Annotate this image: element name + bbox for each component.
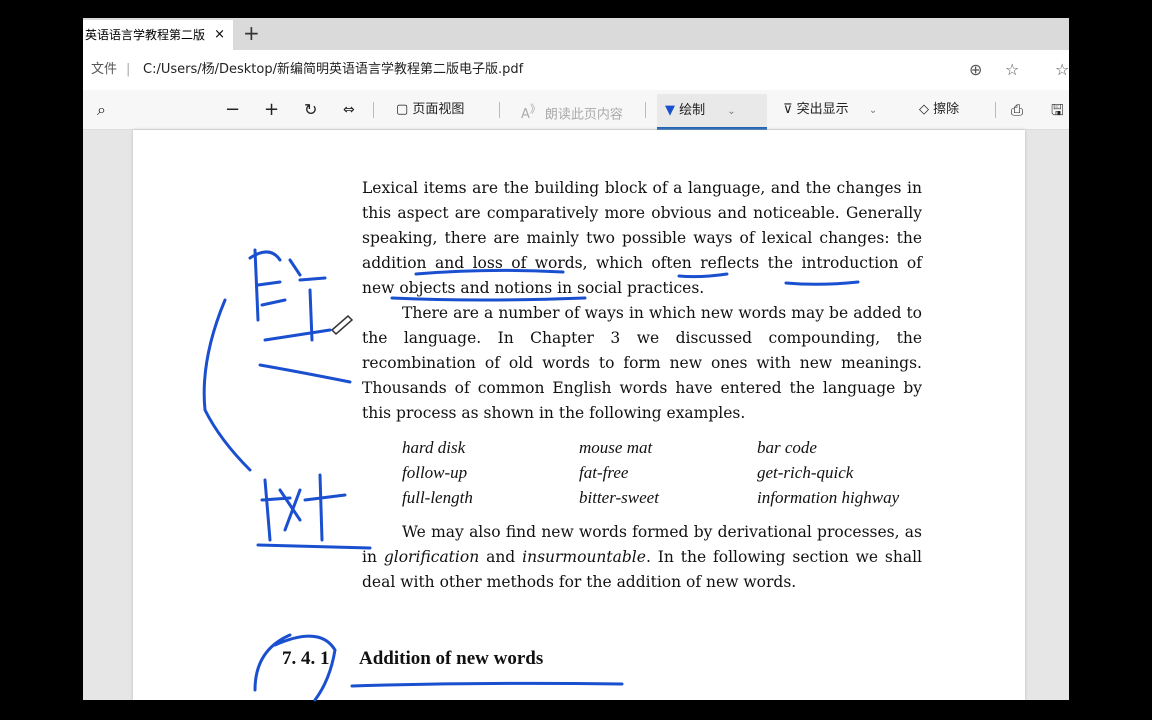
paragraph: We may also find new words formed by der… xyxy=(362,520,922,595)
text: glorification xyxy=(383,548,480,566)
zoom-in-icon[interactable]: + xyxy=(264,90,279,130)
zoom-out-icon[interactable]: − xyxy=(225,90,240,130)
rotate-icon[interactable]: ↻ xyxy=(304,90,317,130)
highlight-button[interactable]: ⊽ 突出显示 ⌄ xyxy=(783,90,877,130)
text: insurmountable xyxy=(522,548,646,566)
divider xyxy=(645,102,646,118)
draw-button[interactable]: ▼ 绘制 ⌄ xyxy=(657,94,767,130)
favorites-icon[interactable]: ☆ xyxy=(1055,50,1069,90)
url-field[interactable]: C:/Users/杨/Desktop/新编简明英语语言学教程第二版电子版.pdf xyxy=(143,50,523,90)
example: hard disk xyxy=(402,438,466,457)
divider xyxy=(499,102,500,118)
section-number: 7. 4. 1 xyxy=(282,648,330,669)
save-icon[interactable]: 🖫 xyxy=(1051,90,1064,130)
read-aloud-label: 朗读此页内容 xyxy=(544,107,623,123)
divider xyxy=(995,102,996,118)
page-view-label: 页面视图 xyxy=(412,102,465,117)
tab-bar: 英语语言学教程第二版 × + xyxy=(83,18,1069,50)
page-view-icon: ▢ xyxy=(396,102,413,117)
example: information highway xyxy=(757,488,900,507)
example: full-length xyxy=(402,488,473,507)
example: mouse mat xyxy=(579,438,653,457)
example: fat-free xyxy=(579,463,629,482)
example: bitter-sweet xyxy=(579,488,659,507)
new-tab-button[interactable]: + xyxy=(243,21,260,45)
pdf-toolbar: ⌕ − + ↻ ⇔ ▢ 页面视图 A》 朗读此页内容 ▼ 绘制 ⌄ ⊽ 突出显示… xyxy=(83,90,1069,130)
erase-button[interactable]: ◇ 擦除 xyxy=(919,90,959,130)
text: and xyxy=(479,548,523,566)
read-aloud-button[interactable]: A》 朗读此页内容 xyxy=(521,90,623,130)
example: bar code xyxy=(757,438,817,457)
file-label: 文件 xyxy=(91,62,118,77)
highlight-label: 突出显示 xyxy=(796,102,849,117)
erase-label: 擦除 xyxy=(933,102,960,117)
highlighter-icon: ⊽ xyxy=(783,102,793,117)
eraser-icon: ◇ xyxy=(919,102,929,117)
draw-label: 绘制 xyxy=(679,103,706,118)
search-icon[interactable]: ⌕ xyxy=(97,90,106,130)
pdf-page: Lexical items are the building block of … xyxy=(133,130,1025,700)
pdf-viewer[interactable]: Lexical items are the building block of … xyxy=(83,130,1069,700)
paragraph: Lexical items are the building block of … xyxy=(362,179,922,297)
tab-pdf[interactable]: 英语语言学教程第二版 × xyxy=(83,20,233,50)
tab-title: 英语语言学教程第二版 xyxy=(85,28,206,42)
example: get-rich-quick xyxy=(757,463,854,482)
favorite-add-icon[interactable]: ☆ xyxy=(1005,50,1019,90)
divider xyxy=(373,102,374,118)
page-text: We may also find new words formed by der… xyxy=(362,520,922,595)
example: follow-up xyxy=(402,463,468,482)
chevron-down-icon[interactable]: ⌄ xyxy=(869,105,877,116)
page-text: Lexical items are the building block of … xyxy=(362,176,922,426)
paragraph: There are a number of ways in which new … xyxy=(362,304,922,422)
address-bar: 文件 | C:/Users/杨/Desktop/新编简明英语语言学教程第二版电子… xyxy=(83,50,1069,90)
divider: | xyxy=(126,62,131,77)
page-view-button[interactable]: ▢ 页面视图 xyxy=(396,90,464,130)
browser-window: 英语语言学教程第二版 × + 文件 | C:/Users/杨/Desktop/新编… xyxy=(83,18,1069,700)
chevron-down-icon[interactable]: ⌄ xyxy=(727,106,735,117)
zoom-icon[interactable]: ⊕ xyxy=(969,50,982,90)
read-aloud-icon: A》 xyxy=(521,103,541,123)
fit-width-icon[interactable]: ⇔ xyxy=(343,90,355,130)
print-icon[interactable]: ⎙ xyxy=(1011,90,1023,130)
pen-icon: ▼ xyxy=(665,103,675,118)
close-icon[interactable]: × xyxy=(214,20,225,50)
section-title: Addition of new words xyxy=(359,648,544,669)
